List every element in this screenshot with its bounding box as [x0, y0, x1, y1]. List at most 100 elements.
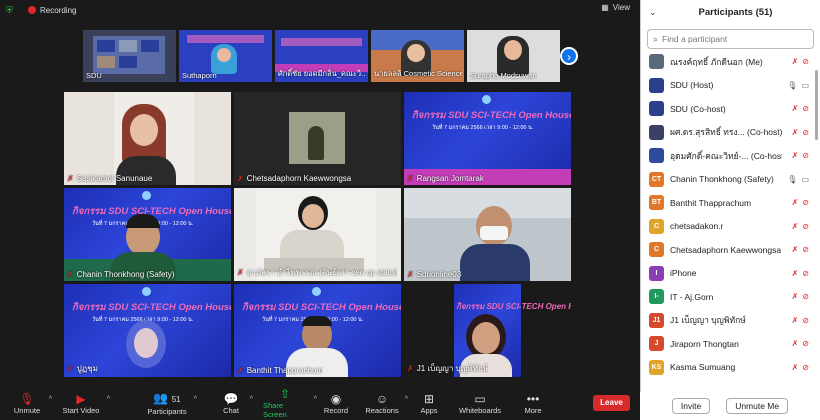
video-off-icon: ⊘	[802, 221, 809, 231]
avatar: I	[649, 265, 664, 281]
participant-row[interactable]: J Jiraporn Thongtan ✗ ⊘	[641, 332, 813, 356]
mic-muted-icon: ✗	[791, 245, 799, 255]
next-page-button[interactable]: ›	[560, 47, 578, 65]
participant-name: ผศ.ดร.สุรสิทธิ์ ทรง... (Co-host)	[670, 127, 782, 138]
participant-row[interactable]: CT Chanin Thonkhong (Safety) 🎙 ▭	[641, 168, 813, 192]
chat-button[interactable]: 💬 Chat ^	[219, 386, 253, 420]
participant-row[interactable]: C Chetsadaphorn Kaewwongsa ✗ ⊘	[641, 238, 813, 262]
participant-status: 🎙 ▭	[787, 81, 809, 90]
thumbnail-tile[interactable]: Suthaporn	[179, 30, 272, 82]
participant-row[interactable]: IiPhone ✗ ⊘	[641, 262, 813, 286]
record-icon: ◉	[330, 391, 342, 406]
chevron-up-icon[interactable]: ^	[194, 396, 197, 403]
apps-button[interactable]: ⊞ Apps	[419, 386, 439, 420]
participant-name: ✗ Chanin Thonkhong (Safety)	[67, 270, 175, 279]
video-icon: ▭	[801, 80, 809, 90]
scrollbar[interactable]	[815, 70, 818, 140]
avatar: C	[649, 218, 664, 234]
chevron-down-icon[interactable]: ⌄	[649, 7, 657, 18]
video-off-icon: ⊘	[802, 127, 809, 137]
video-off-icon: ⊘	[802, 268, 809, 278]
video-off-icon: ⊘	[802, 245, 809, 255]
video-tile-active-speaker[interactable]: กิจกรรม SDU SCI-TECH Open House 2023วันท…	[64, 188, 231, 281]
more-button[interactable]: ••• More	[522, 386, 544, 420]
video-tile[interactable]: ✗ Sasikamol Sanunaue	[64, 92, 231, 185]
participant-row[interactable]: SDU (Host) 🎙 ▭	[641, 74, 813, 98]
avatar: J	[649, 336, 664, 352]
video-off-icon: ⊘	[802, 292, 809, 302]
participants-icon: 👥 51	[153, 390, 181, 405]
participant-status: ✗ ⊘	[792, 104, 809, 113]
thumbnail-tile[interactable]: SDU	[83, 30, 176, 82]
participant-row[interactable]: SDU (Co-host) ✗ ⊘	[641, 97, 813, 121]
shield-icon[interactable]: ⛨	[6, 5, 16, 15]
participants-button[interactable]: 👥 51 Participants ^	[147, 386, 197, 420]
avatar: J1	[649, 312, 664, 328]
thumbnail-tile[interactable]: นายลลลิ Cosmetic Science	[371, 30, 464, 82]
view-label: View	[612, 3, 630, 12]
panel-footer: Invite Unmute Me	[640, 392, 820, 420]
chevron-up-icon[interactable]: ^	[314, 396, 317, 403]
participant-search[interactable]: ⌕	[647, 29, 814, 49]
participant-row[interactable]: J1 J1 เบ็ญญา บุญพิทักษ์ ✗ ⊘	[641, 309, 813, 333]
participant-row[interactable]: BT Banthit Thapprachum ✗ ⊘	[641, 191, 813, 215]
leave-button[interactable]: Leave	[593, 395, 630, 411]
avatar: I-	[649, 289, 664, 305]
search-input[interactable]	[662, 34, 803, 44]
video-tile[interactable]: กิจกรรม SDU SCI-TECH Open House 2023วันท…	[234, 284, 401, 377]
start-video-button[interactable]: ▶ Start Video ^	[62, 386, 111, 420]
mic-muted-icon: 🎙	[19, 391, 35, 406]
participant-row[interactable]: ณรงค์ฤทธิ์ ภักดีนอก (Me) ✗ ⊘	[641, 50, 813, 74]
banner-title: กิจกรรม SDU SCI-TECH Open House 2023	[72, 302, 231, 313]
video-icon: ▭	[801, 174, 809, 184]
mic-muted-icon: ✗	[237, 268, 244, 277]
whiteboards-button[interactable]: ▭ Whiteboards	[459, 386, 501, 420]
unmute-button[interactable]: 🎙 Unmute ^	[12, 386, 52, 420]
mic-muted-icon: ✗	[791, 315, 799, 325]
banner-subtitle: วันที่ 7 มกราคม 2566 เวลา 9:00 - 12:00 น…	[432, 125, 534, 131]
video-tile[interactable]: กิจกรรม SDU SCI-TECH Open House 2023วันท…	[64, 284, 231, 377]
video-tile[interactable]: กิจกรรม SDU SCI-TECH Open House 2023วันท…	[404, 92, 571, 185]
avatar	[649, 77, 664, 93]
chevron-up-icon[interactable]: ^	[107, 396, 110, 403]
video-tile[interactable]: กิจกรรม SDU SCI-TECH Open House 2023 ✗J1…	[404, 284, 571, 377]
participant-status: ✗ ⊘	[792, 269, 809, 278]
invite-button[interactable]: Invite	[671, 398, 711, 414]
avatar: KS	[649, 359, 664, 375]
thumbnail-tile[interactable]: ศักดิ์ชัย ยอดมีกลิ่น_คณะวิ...	[275, 30, 368, 82]
participant-name: Kasma Sumuang	[670, 362, 736, 373]
record-button[interactable]: ◉ Record	[323, 386, 349, 420]
view-button[interactable]: ▦ View	[601, 3, 630, 12]
mic-muted-icon: ✗	[237, 174, 244, 183]
mic-muted-icon: ✗	[791, 151, 799, 161]
more-icon: •••	[526, 391, 540, 406]
participant-row[interactable]: อุดมศักดิ์-คณะวิทย์-... (Co-host) ✗ ⊘	[641, 144, 813, 168]
chevron-up-icon[interactable]: ^	[405, 396, 408, 403]
reactions-button[interactable]: ☺ Reactions ^	[365, 386, 408, 420]
avatar	[649, 148, 664, 164]
mic-muted-icon: ✗	[237, 366, 244, 375]
participant-name: SDU (Host)	[670, 80, 714, 91]
mic-icon: 🎙	[787, 174, 798, 184]
thumbnail-tile[interactable]: Surapha Modsuwan	[467, 30, 560, 82]
participant-name: Jiraporn Thongtan	[670, 338, 739, 349]
participant-list: ณรงค์ฤทธิ์ ภักดีนอก (Me) ✗ ⊘ SDU (Host) 🎙 ▭ SD…	[641, 50, 813, 378]
video-tile[interactable]: ✗ Chetsadaphorn Kaewwongsa	[234, 92, 401, 185]
unmute-me-button[interactable]: Unmute Me	[726, 398, 789, 414]
share-screen-button[interactable]: ⇧ Share Screen ^	[263, 386, 317, 420]
participant-name: ✗ ปูฏชุม	[67, 364, 98, 373]
participant-name: chetsadakon.r	[670, 221, 724, 232]
avatar: BT	[649, 195, 664, 211]
video-tile[interactable]: ✗ Sduonline03	[404, 188, 571, 281]
meeting-area: ⛨ Recording ▦ View SDU Suthaporn ศักดิ์ชั…	[0, 0, 640, 420]
chevron-up-icon[interactable]: ^	[250, 396, 253, 403]
participant-row[interactable]: ผศ.ดร.สุรสิทธิ์ ทรง... (Co-host) ✗ ⊘	[641, 121, 813, 145]
video-tile[interactable]: ✗ อาภัสรา อำไพพรรณ (ศิษย์เก่า ceo cp stai…	[234, 188, 401, 281]
chevron-up-icon[interactable]: ^	[49, 396, 52, 403]
participant-row[interactable]: Cchetsadakon.r ✗ ⊘	[641, 215, 813, 239]
participant-status: ✗ ⊘	[792, 245, 809, 254]
participant-row[interactable]: I- IT - Aj.Gorn ✗ ⊘	[641, 285, 813, 309]
participant-status: ✗ ⊘	[792, 151, 809, 160]
participant-name: SDU (Co-host)	[670, 103, 726, 114]
participant-row[interactable]: KS Kasma Sumuang ✗ ⊘	[641, 356, 813, 379]
